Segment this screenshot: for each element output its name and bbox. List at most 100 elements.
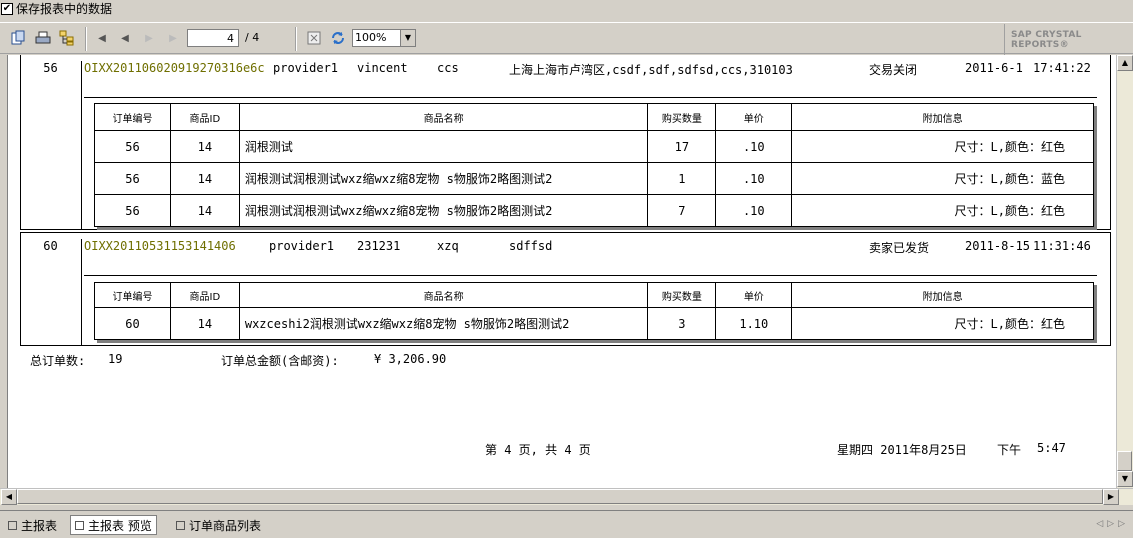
cell-order-no: 56 <box>94 130 171 163</box>
col-header-product-id: 商品ID <box>169 282 240 308</box>
page-total: / 4 <box>245 31 260 44</box>
order-status: 卖家已发货 <box>869 241 930 255</box>
cell-extra: 尺寸：L,颜色：蓝色 <box>791 162 1094 195</box>
report-icon <box>8 520 17 530</box>
cell-product-name: wxzceshi2润根测试wxz缩wxz缩8宠物 s物服饰2略图测试2 <box>238 307 649 340</box>
first-page-icon[interactable]: ◀ <box>92 28 112 48</box>
tab-main-report-preview[interactable]: 主报表 预览 <box>70 515 157 535</box>
print-icon[interactable] <box>33 28 53 48</box>
col-header-qty: 购买数量 <box>647 103 717 131</box>
cell-product-name: 润根测试润根测试wxz缩wxz缩8宠物 s物服饰2略图测试2 <box>238 162 649 195</box>
col-header-order-no: 订单编号 <box>94 103 171 131</box>
next-page-icon[interactable]: ▶ <box>139 28 159 48</box>
cell-product-id: 14 <box>169 194 240 227</box>
col-header-price: 单价 <box>715 282 793 308</box>
tab-scroll-arrows-icon[interactable]: ◁▷▷ <box>1096 519 1129 529</box>
toolbar-separator <box>295 27 297 51</box>
scroll-left-icon[interactable]: ◀ <box>1 489 17 505</box>
order-items-table: 订单编号 商品ID 商品名称 购买数量 单价 附加信息 56 14 润根测试 1… <box>94 103 1094 227</box>
export-icon[interactable] <box>8 28 28 48</box>
col-header-product-name: 商品名称 <box>238 282 649 308</box>
cell-product-name: 润根测试润根测试wxz缩wxz缩8宠物 s物服饰2略图测试2 <box>238 194 649 227</box>
page-footer-info: 第 4 页, 共 4 页 <box>485 443 591 457</box>
cell-qty: 1 <box>647 162 717 195</box>
divider <box>84 275 1097 276</box>
order-receiver: xzq <box>437 239 459 253</box>
order-date: 2011-6-1 <box>965 61 1023 75</box>
save-data-label: 保存报表中的数据 <box>16 1 113 16</box>
prev-page-icon[interactable]: ◀ <box>115 28 135 48</box>
order-buyer: 231231 <box>357 239 401 253</box>
order-address: sdffsd <box>509 239 553 253</box>
brand-logo: SAP CRYSTAL REPORTS® <box>1004 24 1133 56</box>
table-row: 56 14 润根测试润根测试wxz缩wxz缩8宠物 s物服饰2略图测试2 1 .… <box>94 162 1094 195</box>
cell-extra: 尺寸：L,颜色：红色 <box>791 194 1094 227</box>
cell-price: .10 <box>715 130 793 163</box>
cell-product-name: 润根测试 <box>238 130 649 163</box>
cell-order-no: 56 <box>94 194 171 227</box>
cell-product-id: 14 <box>169 307 240 340</box>
order-header-row: OIXX20110602091927031​6e6c <box>84 61 265 75</box>
save-data-checkbox[interactable]: ✔ <box>1 2 13 15</box>
zoom-select[interactable]: 100% ▼ <box>352 29 416 47</box>
report-icon <box>176 520 185 530</box>
viewer-toolbar: ◀ ◀ ▶ ▶ / 4 100% ▼ <box>0 22 1133 54</box>
order-time: 17:41:22 <box>1033 61 1091 75</box>
order-time: 11:31:46 <box>1033 239 1091 253</box>
footer-date: 星期四 2011年8月25日 <box>837 443 967 457</box>
cell-extra: 尺寸：L,颜色：红色 <box>791 307 1094 340</box>
scroll-down-icon[interactable]: ▼ <box>1117 471 1133 487</box>
tab-order-items[interactable]: 订单商品列表 <box>172 515 265 535</box>
total-amount-label: 订单总金额(含邮资): <box>221 354 339 368</box>
cell-price: .10 <box>715 194 793 227</box>
cell-price: .10 <box>715 162 793 195</box>
footer-clock: 5:47 <box>1037 441 1066 455</box>
cell-order-no: 56 <box>94 162 171 195</box>
table-header-row: 订单编号 商品ID 商品名称 购买数量 单价 附加信息 <box>94 282 1094 308</box>
table-row: 60 14 wxzceshi2润根测试wxz缩wxz缩8宠物 s物服饰2略图测试… <box>94 307 1094 340</box>
order-id-link[interactable]: OIXX20110602091927031​6e6c <box>84 61 265 75</box>
total-amount-value: ¥ 3,206.90 <box>374 352 447 366</box>
zoom-value: 100% <box>355 31 387 44</box>
tab-main-report[interactable]: 主报表 <box>4 515 61 535</box>
order-number: 56 <box>20 61 82 230</box>
refresh-icon[interactable] <box>328 28 348 48</box>
col-header-extra: 附加信息 <box>791 103 1094 131</box>
tab-label: 主报表 <box>21 518 58 533</box>
cell-qty: 17 <box>647 130 717 163</box>
page-number-input[interactable] <box>187 29 239 47</box>
order-items-table: 订单编号 商品ID 商品名称 购买数量 单价 附加信息 60 14 wxzces… <box>94 282 1094 340</box>
chevron-down-icon[interactable]: ▼ <box>400 30 415 46</box>
cell-product-id: 14 <box>169 130 240 163</box>
tab-label: 订单商品列表 <box>189 518 262 533</box>
order-status: 交易关闭 <box>869 63 918 77</box>
report-icon <box>75 520 84 530</box>
vertical-scroll-thumb[interactable] <box>1117 451 1132 471</box>
stop-icon[interactable] <box>304 28 324 48</box>
last-page-icon[interactable]: ▶ <box>163 28 183 48</box>
cell-order-no: 60 <box>94 307 171 340</box>
report-tabs: 主报表 主报表 预览 订单商品列表 ◁▷▷ <box>0 510 1133 538</box>
order-id-link[interactable]: OIXX20110531153141406 <box>84 239 236 253</box>
scroll-up-icon[interactable]: ▲ <box>1117 55 1133 71</box>
table-row: 56 14 润根测试润根测试wxz缩wxz缩8宠物 s物服饰2略图测试2 7 .… <box>94 194 1094 227</box>
col-header-product-id: 商品ID <box>169 103 240 131</box>
table-row: 56 14 润根测试 17 .10 尺寸：L,颜色：红色 <box>94 130 1094 163</box>
scroll-right-icon[interactable]: ▶ <box>1103 489 1119 505</box>
table-header-row: 订单编号 商品ID 商品名称 购买数量 单价 附加信息 <box>94 103 1094 131</box>
cell-qty: 7 <box>647 194 717 227</box>
col-header-order-no: 订单编号 <box>94 282 171 308</box>
vertical-scrollbar[interactable] <box>1116 55 1133 488</box>
tab-label: 主报表 预览 <box>88 518 152 533</box>
cell-price: 1.10 <box>715 307 793 340</box>
cell-extra: 尺寸：L,颜色：红色 <box>791 130 1094 163</box>
order-provider: provider1 <box>269 239 335 253</box>
order-header-row: OIXX20110531153141406 <box>84 239 236 253</box>
col-header-price: 单价 <box>715 103 793 131</box>
divider <box>84 97 1097 98</box>
group-tree-icon[interactable] <box>57 28 77 48</box>
toolbar-separator <box>85 27 87 51</box>
page-left-edge <box>0 55 8 488</box>
total-orders-value: 19 <box>108 352 123 366</box>
horizontal-scroll-thumb[interactable] <box>17 489 1103 504</box>
